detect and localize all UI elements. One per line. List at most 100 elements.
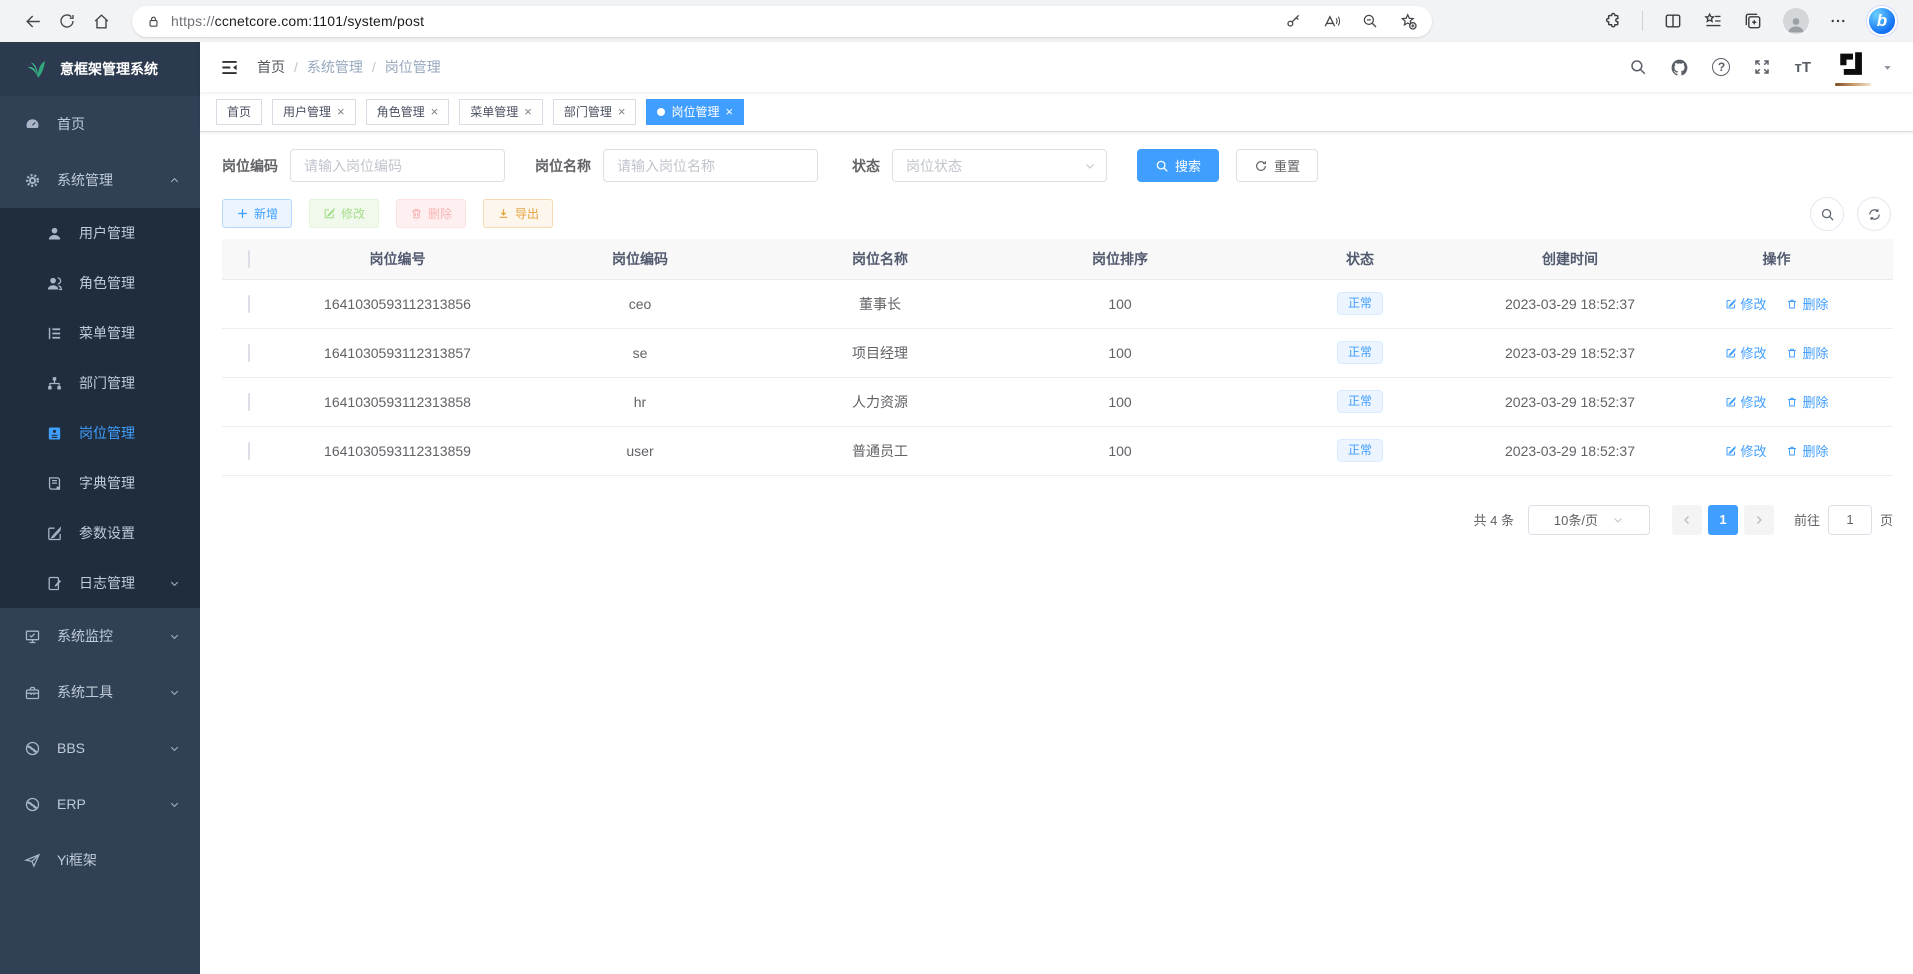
active-tab-dot [657, 108, 665, 116]
sidebar-label: 系统工具 [57, 682, 113, 702]
cell-post-code: hr [520, 377, 760, 426]
refresh-table-button[interactable] [1857, 197, 1891, 231]
sidebar-item-bbs[interactable]: BBS [0, 720, 200, 776]
row-edit-button[interactable]: 修改 [1725, 294, 1767, 313]
row-checkbox[interactable] [248, 393, 250, 411]
row-delete-button[interactable]: 删除 [1786, 343, 1828, 362]
fullscreen-button[interactable] [1753, 58, 1771, 76]
row-edit-button[interactable]: 修改 [1725, 392, 1767, 411]
extensions-icon[interactable] [1602, 11, 1622, 31]
tab-dept-mgmt[interactable]: 部门管理× [553, 99, 637, 125]
sidebar-label: 角色管理 [79, 273, 135, 293]
read-aloud-icon[interactable] [1322, 12, 1341, 31]
post-code-input[interactable] [290, 149, 505, 182]
row-delete-button[interactable]: 删除 [1786, 294, 1828, 313]
current-page-button[interactable]: 1 [1708, 505, 1738, 535]
collections-icon[interactable] [1703, 11, 1723, 31]
cell-create-time: 2023-03-29 18:52:37 [1480, 426, 1660, 475]
browser-profile-avatar[interactable] [1783, 8, 1809, 34]
sidebar-item-system[interactable]: 系统管理 [0, 152, 200, 208]
close-icon[interactable]: × [524, 105, 532, 118]
prev-page-button[interactable] [1672, 505, 1702, 535]
sidebar-item-log-mgmt[interactable]: 日志管理 [0, 558, 200, 608]
tab-menu-mgmt[interactable]: 菜单管理× [459, 99, 543, 125]
chevron-down-icon [169, 631, 180, 642]
sidebar-item-dict-mgmt[interactable]: 字典管理 [0, 458, 200, 508]
export-button[interactable]: 导出 [483, 199, 553, 228]
font-size-button[interactable]: тT [1794, 59, 1811, 76]
sidebar-label: 系统监控 [57, 626, 113, 646]
row-delete-button[interactable]: 删除 [1786, 392, 1828, 411]
search-button[interactable]: 搜索 [1137, 149, 1219, 182]
close-icon[interactable]: × [431, 105, 439, 118]
cell-post-id: 1641030593112313856 [275, 279, 520, 328]
tab-home[interactable]: 首页 [216, 99, 262, 125]
row-checkbox[interactable] [248, 442, 250, 460]
row-delete-button[interactable]: 删除 [1786, 441, 1828, 460]
sidebar-item-role-mgmt[interactable]: 角色管理 [0, 258, 200, 308]
add-button[interactable]: 新增 [222, 199, 292, 228]
address-bar[interactable]: https://ccnetcore.com:1101/system/post [132, 6, 1432, 37]
row-checkbox[interactable] [248, 344, 250, 362]
sidebar: 意框架管理系统 首页 系统管理 用户管理 角色管理 菜单管理 部门管理 [0, 42, 200, 974]
page-size-select[interactable]: 10条/页 [1528, 505, 1650, 535]
browser-home-button[interactable] [84, 4, 118, 38]
edit-icon [1725, 298, 1737, 310]
chevron-left-icon [1681, 514, 1693, 526]
sidebar-item-home[interactable]: 首页 [0, 96, 200, 152]
sidebar-item-menu-mgmt[interactable]: 菜单管理 [0, 308, 200, 358]
user-avatar-menu[interactable] [1834, 48, 1893, 86]
table-header-row: 岗位编号 岗位编码 岗位名称 岗位排序 状态 创建时间 操作 [222, 239, 1893, 279]
close-icon[interactable]: × [337, 105, 345, 118]
sidebar-item-param-settings[interactable]: 参数设置 [0, 508, 200, 558]
help-button[interactable]: ? [1712, 58, 1730, 76]
password-key-icon[interactable] [1284, 12, 1302, 30]
sidebar-label: 首页 [57, 114, 85, 134]
app-logo[interactable]: 意框架管理系统 [0, 42, 200, 96]
edit-square-icon [46, 525, 63, 542]
browser-refresh-button[interactable] [50, 4, 84, 38]
browser-toolbar: https://ccnetcore.com:1101/system/post b [0, 0, 1913, 42]
row-edit-button[interactable]: 修改 [1725, 441, 1767, 460]
tab-actions-icon[interactable] [1743, 11, 1763, 31]
post-name-input[interactable] [603, 149, 818, 182]
sidebar-item-tools[interactable]: 系统工具 [0, 664, 200, 720]
edit-button-disabled[interactable]: 修改 [309, 199, 379, 228]
sidebar-item-user-mgmt[interactable]: 用户管理 [0, 208, 200, 258]
close-icon[interactable]: × [725, 105, 733, 118]
zoom-out-icon[interactable] [1361, 12, 1379, 30]
tab-user-mgmt[interactable]: 用户管理× [272, 99, 356, 125]
tab-role-mgmt[interactable]: 角色管理× [366, 99, 450, 125]
close-icon[interactable]: × [618, 105, 626, 118]
delete-button-disabled[interactable]: 删除 [396, 199, 466, 228]
next-page-button[interactable] [1744, 505, 1774, 535]
bing-copilot-button[interactable]: b [1867, 6, 1897, 36]
sidebar-item-erp[interactable]: ERP [0, 776, 200, 832]
row-edit-button[interactable]: 修改 [1725, 343, 1767, 362]
header-search-button[interactable] [1629, 58, 1647, 76]
row-checkbox[interactable] [248, 295, 250, 313]
tab-post-mgmt-active[interactable]: 岗位管理× [646, 99, 744, 125]
reset-button[interactable]: 重置 [1236, 149, 1318, 182]
goto-page-input[interactable] [1828, 505, 1872, 535]
status-select[interactable]: 岗位状态 [892, 149, 1107, 182]
more-menu-icon[interactable] [1829, 12, 1847, 30]
sidebar-fold-button[interactable] [220, 58, 239, 77]
show-search-toggle-button[interactable] [1810, 197, 1844, 231]
breadcrumb-home[interactable]: 首页 [257, 57, 285, 77]
col-post-name: 岗位名称 [760, 239, 1000, 279]
browser-back-button[interactable] [16, 4, 50, 38]
search-icon [1820, 207, 1835, 222]
select-all-checkbox[interactable] [248, 250, 250, 268]
col-post-sort: 岗位排序 [1000, 239, 1240, 279]
menu-tree-icon [46, 325, 63, 342]
github-button[interactable] [1670, 58, 1689, 77]
sidebar-item-post-mgmt[interactable]: 岗位管理 [0, 408, 200, 458]
sidebar-item-monitor[interactable]: 系统监控 [0, 608, 200, 664]
split-screen-icon[interactable] [1663, 11, 1683, 31]
sidebar-label: Yi框架 [57, 850, 97, 870]
posts-table: 岗位编号 岗位编码 岗位名称 岗位排序 状态 创建时间 操作 164103059… [222, 239, 1893, 476]
sidebar-item-yi-framework[interactable]: Yi框架 [0, 832, 200, 888]
favorites-add-icon[interactable] [1399, 12, 1418, 31]
sidebar-item-dept-mgmt[interactable]: 部门管理 [0, 358, 200, 408]
